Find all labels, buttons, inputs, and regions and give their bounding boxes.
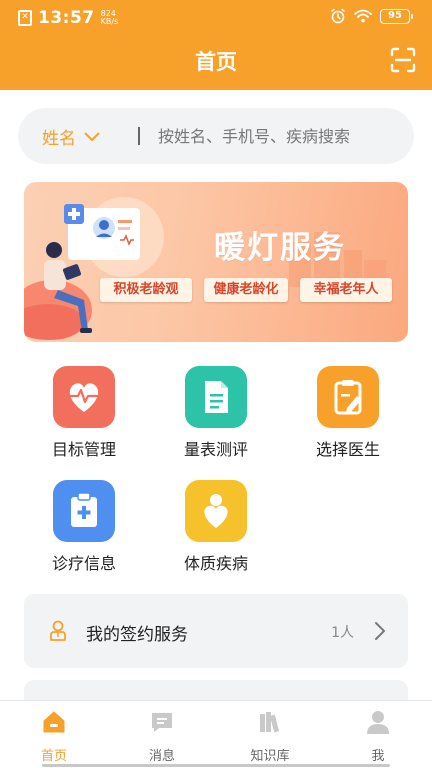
function-label: 选择医生: [315, 440, 380, 459]
alarm-icon: [331, 8, 345, 24]
wifi-icon: [354, 9, 372, 23]
function-diagnosis-info[interactable]: 诊疗信息: [24, 480, 144, 574]
function-choose-doctor[interactable]: 选择医生: [288, 366, 408, 460]
status-bar: ✕ 13:57 824 KB/s 95: [0, 0, 432, 34]
bottom-tab-bar: 首页 消息 知识库 我: [0, 700, 432, 768]
medical-clipboard-icon: [53, 480, 115, 542]
function-label: 量表测评: [183, 440, 248, 459]
function-goal-management[interactable]: 目标管理: [24, 366, 144, 460]
banner-tag: 幸福老年人: [300, 278, 392, 302]
function-label: 目标管理: [51, 440, 116, 459]
function-constitution-disease[interactable]: 体质疾病: [156, 480, 276, 574]
battery-indicator: 95: [380, 8, 413, 24]
tab-me[interactable]: 我: [324, 709, 432, 764]
banner-tag: 积极老龄观: [100, 278, 192, 302]
function-label: 诊疗信息: [51, 554, 116, 573]
tab-label: 知识库: [250, 749, 290, 764]
network-speed-unit: KB/s: [100, 17, 119, 26]
status-time: 13:57: [38, 8, 95, 28]
signed-service-label: 我的签约服务: [86, 625, 188, 645]
signed-service-card[interactable]: 我的签约服务 1人: [24, 594, 408, 668]
clipboard-edit-icon: [317, 366, 379, 428]
banner-tag: 健康老龄化: [204, 278, 288, 302]
sim-icon: ✕: [18, 10, 32, 26]
banner-title: 暖灯服务: [214, 230, 346, 266]
books-icon: [260, 712, 280, 733]
tab-knowledge[interactable]: 知识库: [216, 709, 324, 764]
user-icon: [367, 711, 389, 734]
tab-label: 消息: [148, 749, 175, 764]
scan-icon[interactable]: [390, 47, 416, 73]
page-title: 首页: [195, 50, 237, 74]
home-indicator: [42, 764, 390, 767]
network-speed: 824 KB/s: [101, 10, 119, 26]
function-label: 体质疾病: [183, 554, 248, 573]
chevron-right-icon: [375, 622, 385, 640]
message-icon: [152, 713, 172, 732]
battery-level: 95: [388, 9, 402, 21]
search-bar: 姓名: [18, 108, 414, 164]
heart-pulse-icon: [53, 366, 115, 428]
tab-label: 我: [371, 749, 385, 764]
chevron-down-icon: [84, 132, 100, 141]
doctor-person-icon: [50, 620, 66, 641]
app-header: ✕ 13:57 824 KB/s 95 首页: [0, 0, 432, 90]
tab-home[interactable]: 首页: [0, 709, 108, 764]
person-heart-icon: [185, 480, 247, 542]
home-icon: [43, 711, 65, 733]
tab-messages[interactable]: 消息: [108, 709, 216, 764]
search-input[interactable]: [158, 122, 398, 150]
promo-banner[interactable]: 暖灯服务 积极老龄观 健康老龄化 幸福老年人: [24, 182, 408, 342]
tab-label: 首页: [40, 749, 67, 764]
function-scale-assessment[interactable]: 量表测评: [156, 366, 276, 460]
document-icon: [185, 366, 247, 428]
signed-service-count: 1人: [331, 625, 354, 641]
search-filter-label: 姓名: [42, 129, 76, 149]
search-divider: [138, 127, 140, 145]
search-filter-dropdown[interactable]: 姓名: [42, 124, 100, 149]
